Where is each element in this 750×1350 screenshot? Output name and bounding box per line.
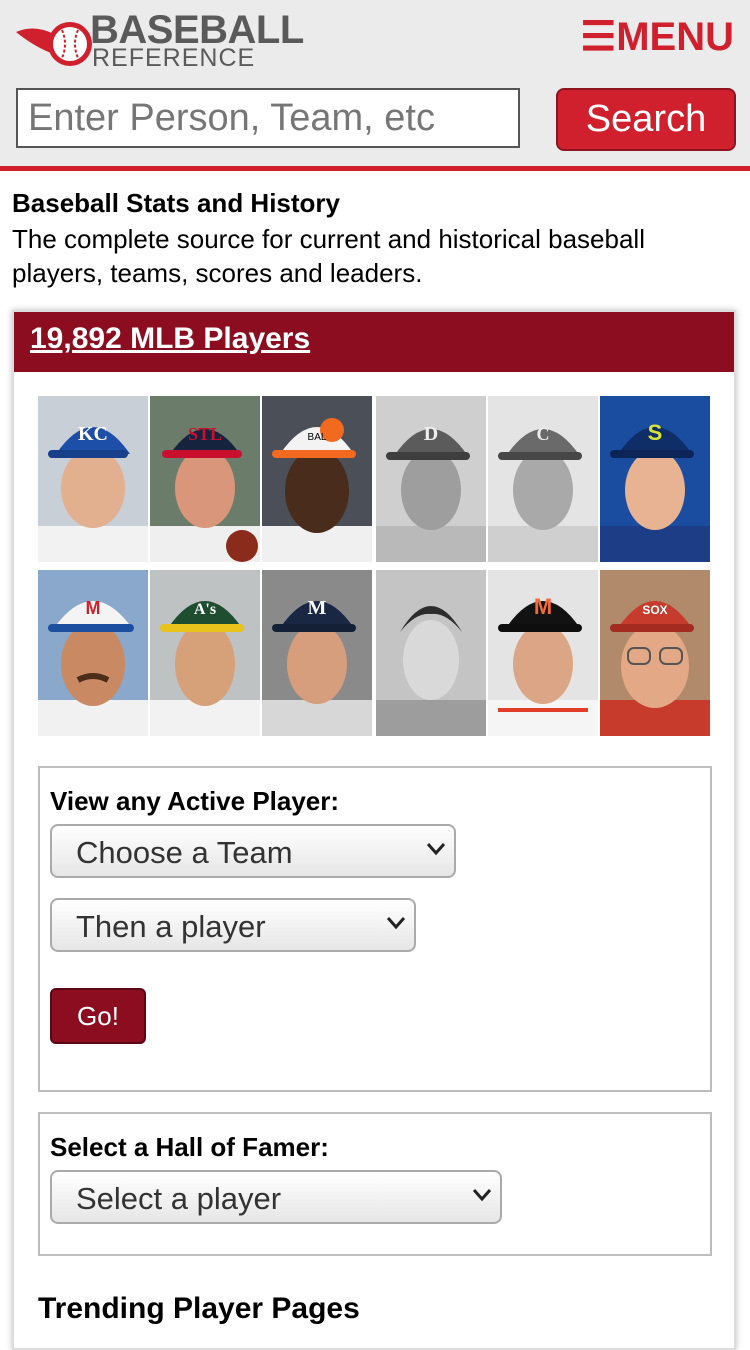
player-photo[interactable]: A's [150, 570, 260, 736]
svg-text:M: M [86, 598, 101, 618]
active-player-label: View any Active Player: [50, 786, 340, 816]
players-card-header: 19,892 MLB Players [14, 312, 734, 372]
player-photo[interactable] [376, 570, 486, 736]
hall-of-fame-label: Select a Hall of Famer: [50, 1132, 329, 1162]
page-title: Baseball Stats and History [12, 188, 340, 218]
search-button[interactable]: Search [556, 88, 736, 151]
player-select-value: Then a player [76, 909, 266, 944]
svg-text:D: D [424, 423, 438, 445]
player-photo[interactable]: S [600, 396, 710, 562]
hall-of-fame-panel: Select a Hall of Famer: Select a player [38, 1112, 712, 1256]
player-photo[interactable]: M [488, 570, 598, 736]
chevron-down-icon [426, 843, 446, 856]
player-photo[interactable]: M [38, 570, 148, 736]
chevron-down-icon [472, 1189, 492, 1202]
hall-of-fame-select-value: Select a player [76, 1181, 282, 1216]
svg-text:STL: STL [188, 424, 222, 444]
svg-text:BAL: BAL [308, 432, 327, 443]
logo-text-reference: REFERENCE [92, 44, 256, 72]
player-select[interactable]: Then a player [50, 898, 416, 952]
player-photo[interactable]: KC [38, 396, 148, 562]
baseball-logo-icon [16, 22, 92, 66]
svg-text:SOX: SOX [642, 603, 667, 617]
svg-text:C: C [537, 424, 550, 444]
site-header: BASEBALL REFERENCE ☰MENU Search [0, 0, 750, 171]
svg-text:M: M [534, 594, 552, 619]
page-description: The complete source for current and hist… [12, 224, 645, 288]
player-photo-grid: KC STL BAL D C S M A's M M SOX [38, 396, 714, 738]
search-input[interactable] [16, 88, 520, 148]
site-logo[interactable]: BASEBALL REFERENCE [14, 8, 304, 72]
team-select[interactable]: Choose a Team [50, 824, 456, 878]
active-player-panel: View any Active Player: Choose a Team Th… [38, 766, 712, 1092]
team-select-value: Choose a Team [76, 835, 293, 870]
player-photo[interactable]: STL [150, 396, 260, 562]
player-photo[interactable]: M [262, 570, 372, 736]
go-button[interactable]: Go! [50, 988, 146, 1044]
chevron-down-icon [386, 917, 406, 930]
player-photo[interactable]: C [488, 396, 598, 562]
player-photo[interactable]: SOX [600, 570, 710, 736]
mlb-players-link[interactable]: 19,892 MLB Players [30, 322, 310, 356]
svg-text:S: S [648, 420, 663, 445]
menu-button[interactable]: ☰MENU [580, 14, 734, 60]
player-photo[interactable]: BAL [262, 396, 372, 562]
svg-text:M: M [308, 597, 327, 619]
svg-text:A's: A's [194, 601, 216, 618]
trending-heading: Trending Player Pages [38, 1292, 360, 1325]
players-card: 19,892 MLB Players KC STL BAL D C S M A'… [12, 310, 736, 1350]
player-photo[interactable]: D [376, 396, 486, 562]
hall-of-fame-select[interactable]: Select a player [50, 1170, 502, 1224]
svg-text:KC: KC [78, 423, 108, 445]
